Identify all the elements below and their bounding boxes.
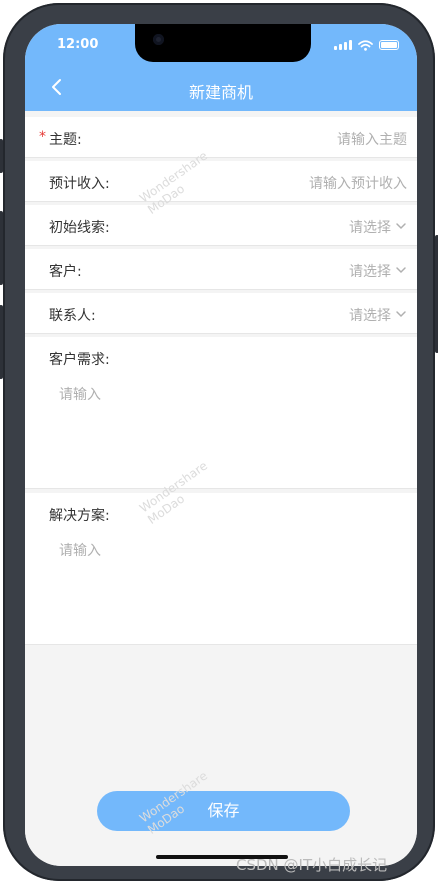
chevron-down-icon[interactable] (395, 220, 407, 232)
camera-icon (153, 34, 164, 45)
customer-label: 客户: (49, 264, 82, 280)
customer-needs-textarea[interactable]: 请输入 (59, 384, 101, 404)
status-time: 12:00 (57, 37, 99, 52)
expected-income-label: 预计收入: (49, 176, 110, 192)
required-mark: * (39, 129, 46, 145)
screen: 12:00 新建商机 * 主题: 请输入主题 预计收入: 请输入预计收入 初始线… (25, 24, 417, 866)
initial-lead-label: 初始线索: (49, 220, 110, 236)
customer-needs-area[interactable]: 客户需求: 请输入 (25, 337, 417, 489)
solution-label: 解决方案: (49, 508, 110, 524)
phone-side-button (0, 211, 3, 285)
solution-textarea[interactable]: 请输入 (59, 540, 101, 560)
contact-label: 联系人: (49, 308, 96, 324)
nav-bar: 新建商机 (25, 71, 417, 105)
contact-select[interactable]: 请选择 (349, 305, 391, 325)
customer-needs-label: 客户需求: (49, 352, 110, 368)
status-bar: 12:00 (25, 24, 417, 64)
phone-side-button (0, 139, 3, 173)
signal-icon (334, 40, 352, 50)
chevron-down-icon[interactable] (395, 308, 407, 320)
status-icons (334, 39, 399, 51)
csdn-watermark: CSDN @IT小白成长记 (236, 856, 388, 874)
expected-income-input[interactable]: 请输入预计收入 (309, 173, 407, 193)
app-header: 12:00 新建商机 (25, 24, 417, 111)
form-content: * 主题: 请输入主题 预计收入: 请输入预计收入 初始线索: 请选择 客户: … (25, 111, 417, 866)
battery-icon (379, 40, 399, 50)
phone-frame: 12:00 新建商机 * 主题: 请输入主题 预计收入: 请输入预计收入 初始线… (0, 3, 438, 881)
customer-row[interactable]: 客户: 请选择 (25, 249, 417, 290)
chevron-down-icon[interactable] (395, 264, 407, 276)
topic-input[interactable]: 请输入主题 (337, 129, 407, 149)
page-title: 新建商机 (188, 83, 253, 102)
expected-income-row[interactable]: 预计收入: 请输入预计收入 (25, 161, 417, 202)
contact-row[interactable]: 联系人: 请选择 (25, 293, 417, 334)
phone-side-button (0, 305, 3, 379)
topic-label: 主题: (49, 132, 82, 148)
wifi-icon (358, 39, 373, 51)
initial-lead-select[interactable]: 请选择 (349, 217, 391, 237)
customer-select[interactable]: 请选择 (349, 261, 391, 281)
initial-lead-row[interactable]: 初始线索: 请选择 (25, 205, 417, 246)
solution-area[interactable]: 解决方案: 请输入 (25, 493, 417, 645)
save-button[interactable]: 保存 (97, 791, 350, 831)
topic-row[interactable]: * 主题: 请输入主题 (25, 117, 417, 158)
